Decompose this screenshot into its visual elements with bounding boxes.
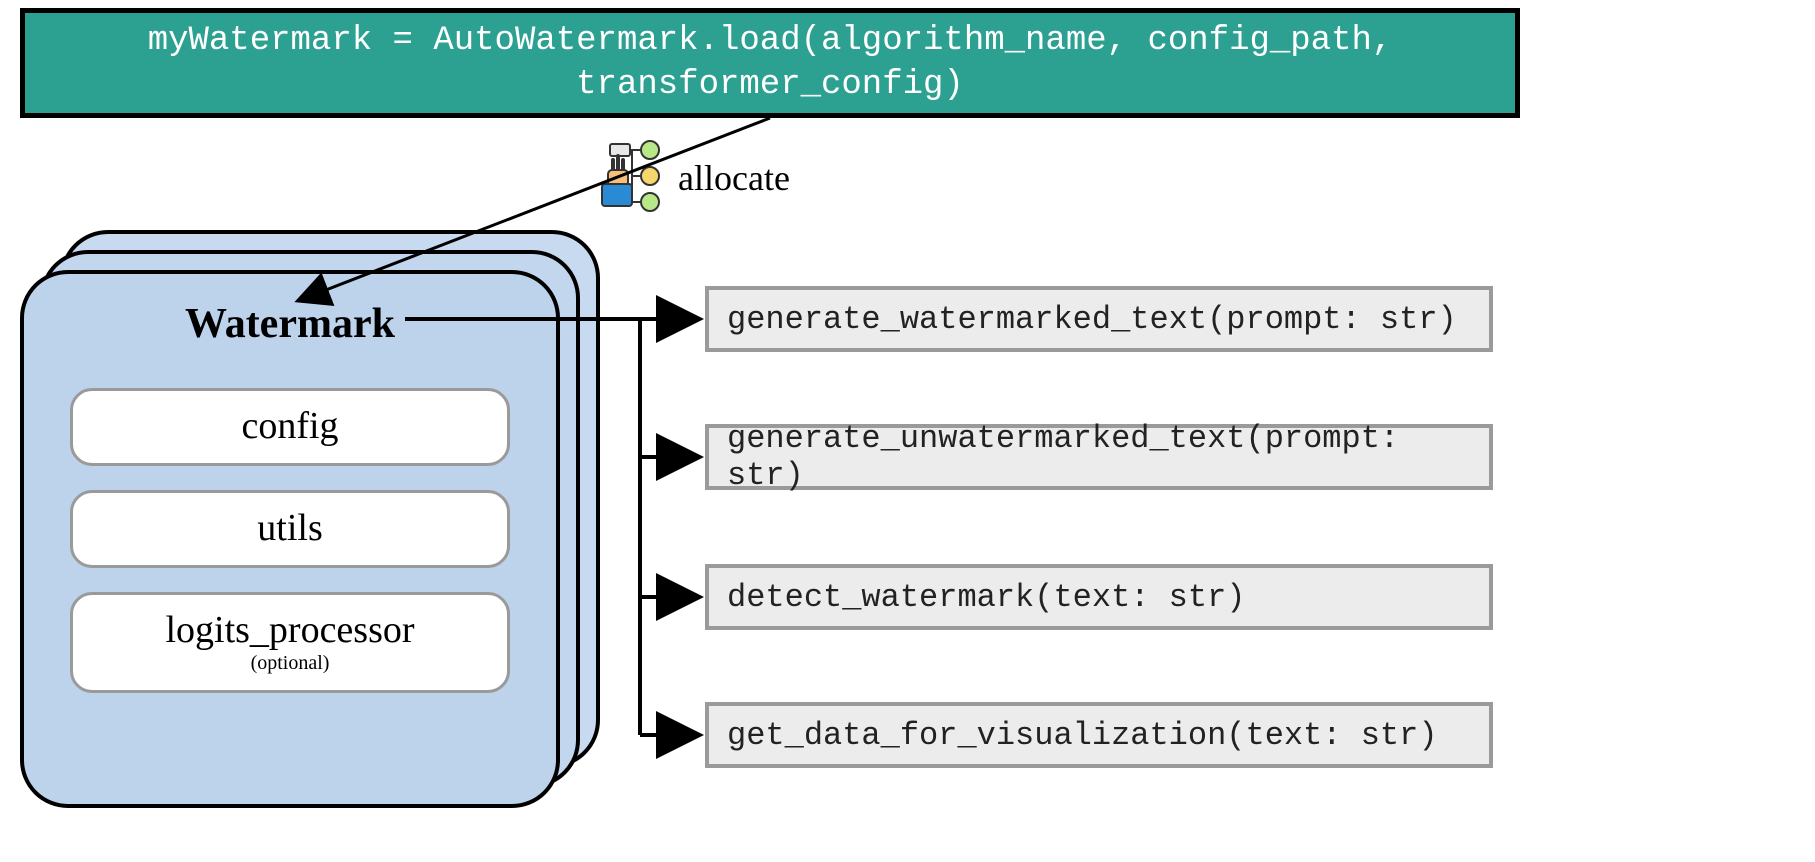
method-text-4: get_data_for_visualization(text: str)	[727, 717, 1438, 754]
method-detect-watermark: detect_watermark(text: str)	[705, 564, 1493, 630]
method-generate-unwatermarked: generate_unwatermarked_text(prompt: str)	[705, 424, 1493, 490]
config-text: config	[241, 405, 338, 447]
method-get-data-viz: get_data_for_visualization(text: str)	[705, 702, 1493, 768]
method-text-2: generate_unwatermarked_text(prompt: str)	[727, 420, 1489, 494]
code-text: myWatermark = AutoWatermark.load(algorit…	[35, 19, 1505, 107]
method-generate-watermarked: generate_watermarked_text(prompt: str)	[705, 286, 1493, 352]
watermark-title: Watermark	[24, 300, 556, 348]
config-box: config	[70, 388, 510, 466]
watermark-body: config utils logits_processor (optional)	[24, 348, 556, 739]
allocate-label: allocate	[678, 157, 790, 199]
utils-box: utils	[70, 490, 510, 568]
method-text-3: detect_watermark(text: str)	[727, 579, 1245, 616]
watermark-card: Watermark config utils logits_processor …	[20, 270, 560, 808]
method-text-1: generate_watermarked_text(prompt: str)	[727, 301, 1457, 338]
allocate-group: allocate	[592, 138, 790, 218]
code-banner: myWatermark = AutoWatermark.load(algorit…	[20, 8, 1520, 118]
watermark-card-stack: Watermark config utils logits_processor …	[20, 230, 600, 800]
utils-text: utils	[257, 507, 322, 549]
logits-optional-text: (optional)	[79, 653, 501, 674]
allocate-icon	[592, 138, 672, 218]
logits-processor-box: logits_processor (optional)	[70, 592, 510, 693]
logits-processor-text: logits_processor	[165, 609, 414, 651]
